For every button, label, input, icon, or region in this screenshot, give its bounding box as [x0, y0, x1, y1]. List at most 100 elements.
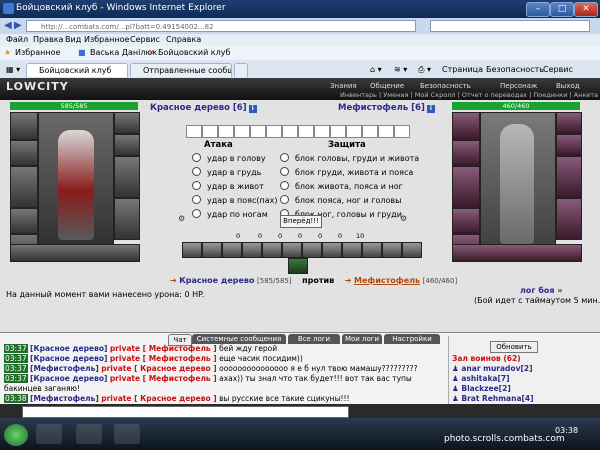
item-thumb[interactable]	[222, 242, 242, 258]
player-item[interactable]: ♟ ashitaka[7]	[452, 374, 510, 383]
item-thumb[interactable]	[242, 242, 262, 258]
spell-slot[interactable]	[234, 125, 250, 138]
item-thumb[interactable]	[302, 242, 322, 258]
attack-option[interactable]: удар в пояс(пах)	[192, 195, 278, 205]
start-button[interactable]	[4, 424, 28, 446]
url-input[interactable]: http://...combats.com/...pl?batt=0.49154…	[26, 20, 416, 32]
spell-slot[interactable]	[202, 125, 218, 138]
gear-icon[interactable]: ⚙	[400, 214, 407, 223]
attack-option[interactable]: удар в живот	[192, 181, 264, 191]
spell-slot[interactable]	[394, 125, 410, 138]
defense-option[interactable]: блок пояса, ног и головы	[280, 195, 401, 205]
spell-slot[interactable]	[218, 125, 234, 138]
ring-slots[interactable]	[10, 244, 140, 262]
menu-view[interactable]: Вид	[65, 35, 81, 44]
equip-slot[interactable]	[114, 134, 140, 156]
chat-tab-system[interactable]: Системные сообщения	[192, 334, 286, 344]
item-thumb[interactable]	[322, 242, 342, 258]
player-item[interactable]: ♟ Blackzee[2]	[452, 384, 511, 393]
tab-sent-messages[interactable]: Отправленные сообщен...	[130, 63, 232, 77]
skype-taskbar-icon[interactable]	[114, 424, 140, 444]
item-thumb[interactable]	[342, 242, 362, 258]
vs-right-name[interactable]: Мефистофель	[354, 276, 420, 285]
game-menu-knowledge[interactable]: Знания	[330, 82, 357, 90]
refresh-button[interactable]: Обновить	[490, 341, 538, 353]
radio-icon[interactable]	[192, 209, 201, 218]
item-thumb[interactable]	[402, 242, 422, 258]
spell-slot[interactable]	[186, 125, 202, 138]
close-button[interactable]: ✕	[574, 2, 598, 17]
attack-option[interactable]: удар в грудь	[192, 167, 261, 177]
radio-icon[interactable]	[192, 195, 201, 204]
game-menu-character[interactable]: Персонаж	[500, 82, 537, 90]
tool-service[interactable]: Сервис	[543, 65, 573, 74]
player-item[interactable]: ♟ Brat Rehmana[4]	[452, 394, 534, 403]
defense-option[interactable]: блок груди, живота и пояса	[280, 167, 413, 177]
menu-tools[interactable]: Сервис	[130, 35, 160, 44]
radio-icon[interactable]	[280, 153, 289, 162]
home-icon[interactable]: ⌂ ▾	[370, 65, 382, 74]
favorites-button[interactable]: Избранное	[15, 48, 60, 57]
game-menu-communication[interactable]: Общение	[370, 82, 404, 90]
item-thumb[interactable]	[202, 242, 222, 258]
chat-tab-all-logs[interactable]: Все логи	[288, 334, 340, 344]
quick-tabs-icon[interactable]: ▦ ▾	[6, 65, 20, 74]
search-input[interactable]	[430, 20, 590, 32]
equip-slot[interactable]	[10, 112, 38, 140]
equip-slot[interactable]	[10, 208, 38, 234]
spell-slot[interactable]	[378, 125, 394, 138]
radio-icon[interactable]	[280, 167, 289, 176]
item-thumb[interactable]	[182, 242, 202, 258]
tab-fight-club[interactable]: Бойцовский клуб	[26, 63, 128, 77]
radio-icon[interactable]	[280, 181, 289, 190]
defense-option[interactable]: блок головы, груди и живота	[280, 153, 419, 163]
minimize-button[interactable]: –	[526, 2, 550, 17]
defense-option[interactable]: блок живота, пояса и ног	[280, 181, 403, 191]
spell-slot[interactable]	[314, 125, 330, 138]
item-thumb[interactable]	[362, 242, 382, 258]
menu-favorites[interactable]: Избранное	[84, 35, 129, 44]
equip-slot[interactable]	[556, 134, 582, 156]
equip-slot[interactable]	[452, 166, 480, 208]
equip-slot[interactable]	[556, 156, 582, 198]
chat-tab-settings[interactable]: Настройки	[384, 334, 440, 344]
feeds-icon[interactable]: ≋ ▾	[394, 65, 407, 74]
new-tab-button[interactable]	[234, 63, 248, 77]
equip-slot[interactable]	[556, 112, 582, 134]
ie-taskbar-icon[interactable]	[36, 424, 62, 444]
favorite-link-2[interactable]: Бойцовский клуб	[158, 48, 230, 57]
equip-slot[interactable]	[556, 198, 582, 240]
spell-slot[interactable]	[362, 125, 378, 138]
spell-slot[interactable]	[298, 125, 314, 138]
menu-edit[interactable]: Правка	[33, 35, 63, 44]
radio-icon[interactable]	[280, 195, 289, 204]
gear-icon[interactable]: ⚙	[178, 214, 185, 223]
print-icon[interactable]: ⎙ ▾	[418, 65, 431, 75]
back-icon[interactable]: ◀	[4, 20, 12, 31]
spell-slot[interactable]	[266, 125, 282, 138]
spell-slot[interactable]	[346, 125, 362, 138]
item-thumb[interactable]	[282, 242, 302, 258]
menu-help[interactable]: Справка	[166, 35, 201, 44]
item-thumb[interactable]	[382, 242, 402, 258]
left-fighter-name[interactable]: Красное дерево [6] i	[150, 103, 257, 113]
spell-slot[interactable]	[282, 125, 298, 138]
player-item[interactable]: ♟ anar muradov[2]	[452, 364, 533, 373]
item-thumb[interactable]	[262, 242, 282, 258]
attack-option[interactable]: удар в голову	[192, 153, 266, 163]
radio-icon[interactable]	[192, 153, 201, 162]
maximize-button[interactable]: □	[550, 2, 574, 17]
radio-icon[interactable]	[192, 167, 201, 176]
app-taskbar-icon[interactable]	[76, 424, 102, 444]
info-icon[interactable]: i	[248, 105, 257, 113]
equip-slot[interactable]	[114, 156, 140, 198]
vs-left-name[interactable]: Красное дерево	[179, 276, 254, 285]
tool-page[interactable]: Страница	[442, 65, 483, 74]
menu-file[interactable]: Файл	[6, 35, 28, 44]
spell-slot[interactable]	[250, 125, 266, 138]
equip-slot[interactable]	[452, 140, 480, 166]
tool-security[interactable]: Безопасность	[486, 65, 544, 74]
equip-slot[interactable]	[114, 112, 140, 134]
chat-tab-my-logs[interactable]: Мои логи	[342, 334, 382, 344]
info-icon[interactable]: i	[426, 105, 435, 113]
